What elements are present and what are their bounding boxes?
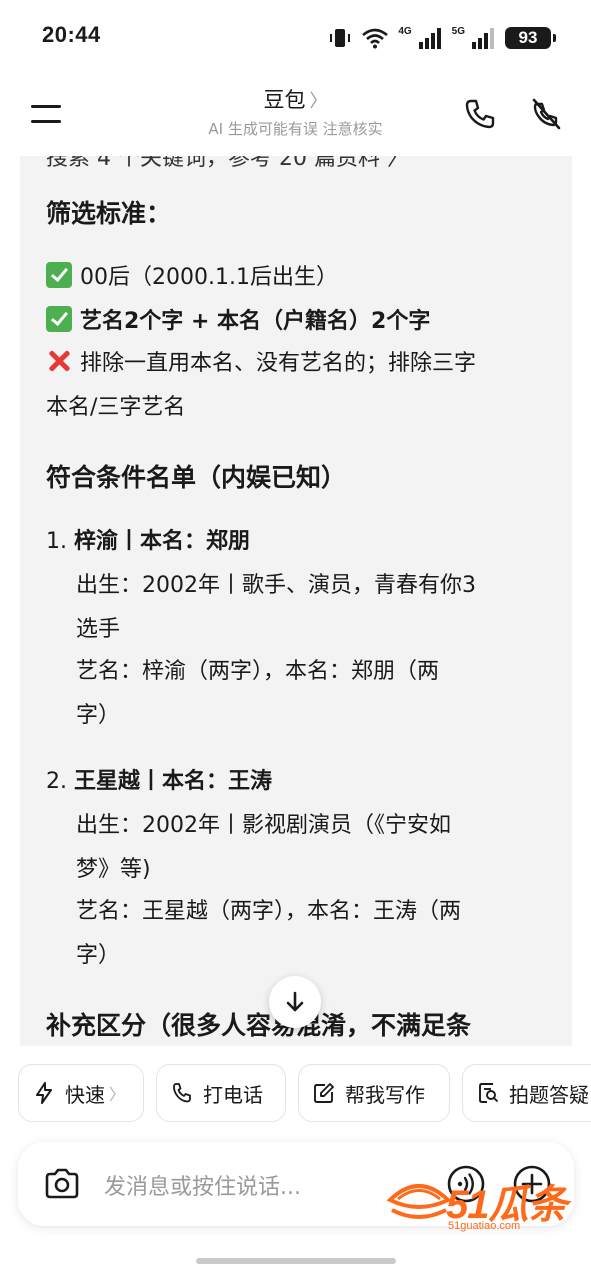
criteria-item: 艺名2个字 + 本名（户籍名）2个字 — [46, 300, 554, 344]
list-item-title: 1. 梓渝丨本名：郑朋 — [46, 529, 251, 554]
list-item-line: 字） — [76, 703, 121, 728]
bot-name: 豆包 — [263, 88, 306, 112]
list-item-line: 选手 — [76, 617, 121, 642]
network-5g-label: 5G — [451, 25, 465, 37]
check-icon — [46, 262, 72, 288]
phone-icon[interactable] — [462, 96, 498, 132]
criteria-item: 排除一直用本名、没有艺名的；排除三字 — [46, 342, 554, 386]
header-title-area[interactable]: 豆包〉 AI 生成可能有误 注意核实 — [0, 84, 591, 139]
chip-writing[interactable]: 帮我写作 — [298, 1064, 450, 1122]
signal-5g-icon — [472, 28, 494, 49]
status-bar: 20:44 4G 5G 93 — [0, 0, 591, 76]
message-input[interactable]: 发消息或按住说话... — [104, 1169, 301, 1201]
status-time: 20:44 — [42, 22, 101, 47]
criteria-item-continued: 本名/三字艺名 — [46, 395, 186, 420]
chevron-right-icon: 〉 — [109, 1085, 126, 1104]
supplement-heading: 补充区分（很多人容易混淆，不满足条 — [46, 1011, 472, 1040]
watermark-logo: 51瓜条 51guatiao.com — [386, 1166, 572, 1240]
cross-icon — [46, 348, 72, 374]
list-item-line: 字） — [76, 943, 121, 968]
watermark-url: 51guatiao.com — [448, 1220, 521, 1232]
list-item-line: 艺名：梓渝（两字），本名：郑朋（两 — [76, 659, 440, 684]
list-item-line: 出生：2002年丨影视剧演员（《宁安如 — [76, 813, 451, 838]
screen: 20:44 4G 5G 93 豆包 〉 AI 生成可能有误 注意核实 搜索 4 … — [0, 0, 591, 1280]
watermark-melon-icon — [386, 1184, 452, 1219]
vibrate-icon — [330, 29, 351, 47]
chevron-right-icon: 〉 — [309, 91, 328, 112]
list-item-line: 出生：2002年丨歌手、演员，青春有你3 — [76, 573, 476, 598]
list-item-line: 艺名：王星越（两字），本名：王涛（两 — [76, 899, 462, 924]
criteria-item: 00后（2000.1.1后出生） — [46, 256, 554, 300]
battery-level: 93 — [505, 27, 556, 49]
chip-quick[interactable]: 快速〉 — [18, 1064, 144, 1122]
criteria-heading: 筛选标准： — [46, 199, 172, 228]
list-heading: 符合条件名单（内娱已知） — [46, 463, 347, 492]
chip-photo-question[interactable]: 拍题答疑 — [462, 1064, 591, 1122]
home-indicator[interactable] — [196, 1258, 396, 1264]
chat-header: 豆包〉 AI 生成可能有误 注意核实 — [0, 76, 591, 156]
status-icons: 4G 5G 93 — [328, 24, 556, 52]
wifi-icon — [362, 28, 389, 49]
phone-icon — [173, 1083, 191, 1103]
scroll-to-bottom-button[interactable] — [269, 976, 321, 1028]
chip-call[interactable]: 打电话 — [156, 1064, 286, 1122]
edit-icon — [314, 1083, 334, 1103]
check-icon — [46, 306, 72, 332]
list-item-title: 2. 王星越丨本名：王涛 — [46, 769, 273, 794]
list-item-line: 梦》等) — [76, 857, 151, 882]
assistant-message: 搜索 4 个关键词，参考 20 篇资料 〉 筛选标准： 00后（2000.1.1… — [20, 128, 572, 1046]
mute-call-icon[interactable] — [528, 96, 564, 132]
photo-question-icon — [479, 1083, 498, 1103]
signal-4g-icon — [418, 28, 441, 49]
arrow-down-icon — [286, 991, 304, 1012]
camera-icon[interactable] — [42, 1164, 82, 1204]
quick-actions: 快速〉 打电话 帮我写作 拍题答疑 — [0, 1064, 591, 1124]
network-4g-label: 4G — [398, 25, 412, 37]
ai-disclaimer: AI 生成可能有误 注意核实 — [208, 120, 383, 138]
lightning-icon — [36, 1082, 52, 1104]
